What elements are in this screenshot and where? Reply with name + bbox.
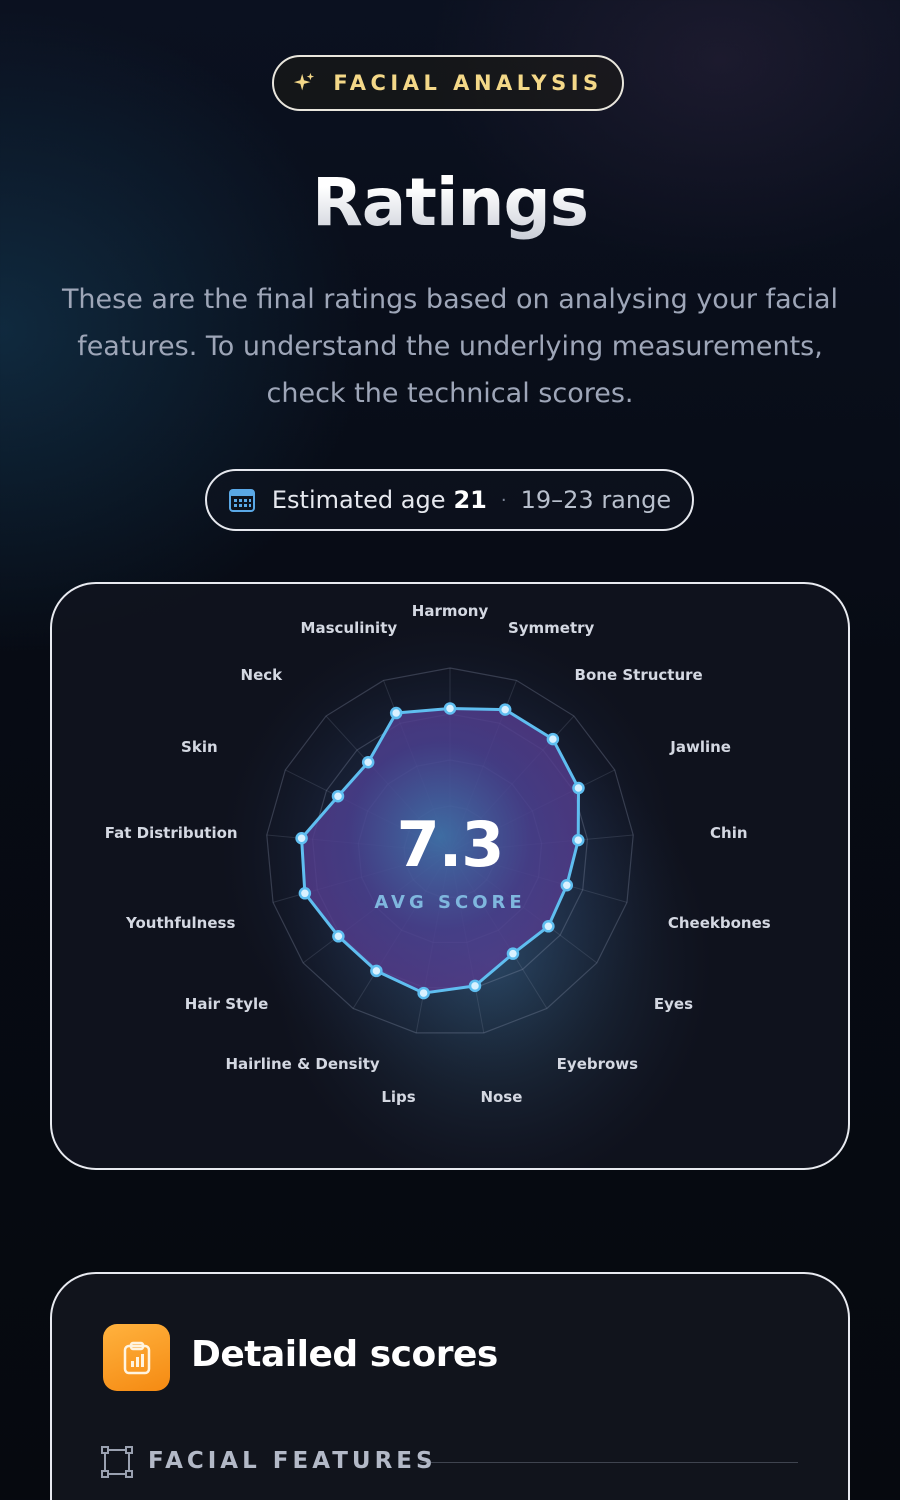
- sparkle-icon: [294, 72, 315, 91]
- radar-label-cheekbones: Cheekbones: [667, 914, 771, 933]
- radar-label-youthfulness: Youthfulness: [126, 914, 236, 933]
- radar-label-symmetry: Symmetry: [507, 618, 595, 637]
- page-title: Ratings: [0, 164, 900, 241]
- section-badge: FACIAL ANALYSIS: [272, 55, 624, 111]
- radar-label-lips: Lips: [381, 1087, 416, 1106]
- badge-label: FACIAL ANALYSIS: [333, 71, 603, 95]
- page-subtitle: These are the final ratings based on ana…: [61, 284, 839, 409]
- radar-point-cheekbones: [560, 878, 574, 892]
- radar-label-jawline: Jawline: [670, 737, 731, 756]
- radar-point-jawline: [572, 781, 585, 795]
- radar-chart-card: Harmony Symmetry Bone Structure Jawline Chin…: [50, 582, 850, 1170]
- section-divider: [420, 1462, 798, 1463]
- age-value: 21: [453, 486, 487, 514]
- radar-point-lips: [417, 986, 430, 1000]
- detailed-scores-title: Detailed scores: [191, 1334, 498, 1375]
- face-frame-icon: [101, 1446, 133, 1478]
- estimated-age-pill: Estimated age 21 · 19–23 range: [205, 469, 694, 531]
- radar-point-nose: [468, 979, 482, 993]
- radar-label-masculinity: Masculinity: [300, 618, 398, 637]
- radar-label-hairline-density: Hairline & Density: [225, 1055, 380, 1074]
- radar-point-harmony: [443, 702, 457, 715]
- radar-point-symmetry: [498, 703, 512, 716]
- radar-label-eyebrows: Eyebrows: [556, 1055, 639, 1074]
- radar-point-hair-style: [332, 930, 345, 943]
- radar-point-masculinity: [389, 706, 403, 720]
- avg-score-value: 7.3: [396, 808, 505, 881]
- age-label: Estimated age: [271, 486, 446, 514]
- avg-score-label: AVG SCORE: [374, 892, 526, 913]
- radar-point-eyebrows: [506, 947, 520, 960]
- age-separator: ·: [500, 489, 507, 511]
- radar-point-eyes: [542, 920, 555, 933]
- radar-label-harmony: Harmony: [411, 602, 489, 620]
- age-range: 19–23 range: [520, 486, 672, 514]
- radar-label-bone-structure: Bone Structure: [574, 665, 703, 684]
- clipboard-chart-icon: [103, 1324, 170, 1391]
- section-label-facial-features: FACIAL FEATURES: [148, 1448, 437, 1474]
- radar-point-neck: [361, 756, 375, 769]
- radar-label-skin: Skin: [181, 737, 218, 756]
- radar-label-hair-style: Hair Style: [184, 994, 269, 1013]
- radar-label-nose: Nose: [480, 1087, 523, 1106]
- radar-label-eyes: Eyes: [653, 994, 694, 1013]
- radar-label-neck: Neck: [240, 665, 283, 684]
- radar-point-bone-structure: [546, 732, 560, 746]
- radar-point-hairline-density: [370, 964, 383, 978]
- calendar-icon: [228, 489, 255, 512]
- radar-point-skin: [331, 789, 345, 803]
